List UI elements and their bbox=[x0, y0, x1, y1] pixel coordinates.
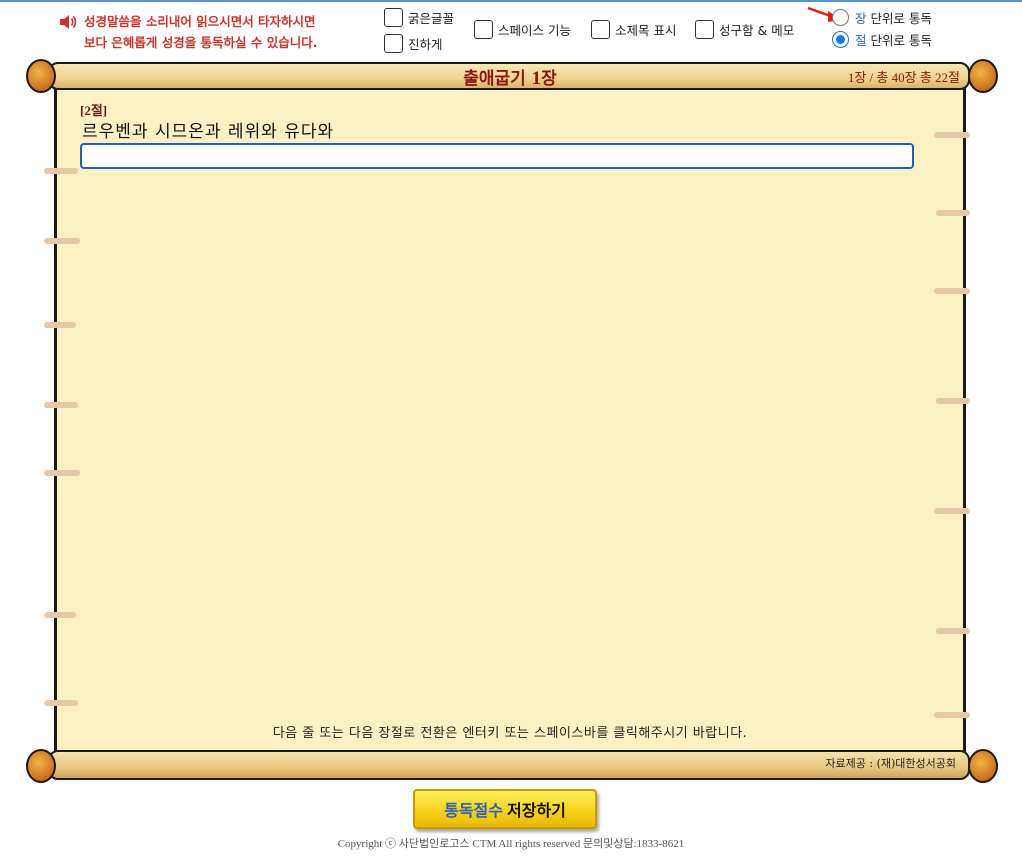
chapter-mode-radio[interactable]: 장 단위로 통독 bbox=[832, 8, 932, 27]
top-border-line bbox=[0, 0, 1022, 2]
paper-tear bbox=[936, 398, 970, 404]
page-title: 출애굽기 1장 bbox=[463, 68, 557, 89]
paper-tear bbox=[44, 238, 80, 244]
speaker-icon[interactable] bbox=[58, 13, 78, 31]
paper-tear bbox=[44, 402, 78, 408]
darker-option[interactable]: 진하게 bbox=[384, 34, 443, 53]
paper-tear bbox=[936, 210, 970, 216]
paper-tear bbox=[934, 508, 970, 514]
instruction-line-2: 보다 은혜롭게 성경을 통독하실 수 있습니다. bbox=[84, 35, 318, 50]
scroll-knob-top-left bbox=[26, 59, 56, 93]
scroll-knob-bottom-left bbox=[26, 749, 56, 783]
verse-memo-checkbox[interactable] bbox=[695, 20, 714, 39]
paper-tear bbox=[934, 712, 970, 718]
typing-input[interactable] bbox=[80, 143, 914, 169]
paper-tear bbox=[934, 288, 970, 294]
paper-tear bbox=[936, 628, 970, 634]
darker-checkbox[interactable] bbox=[384, 34, 403, 53]
paper-tear bbox=[44, 322, 76, 328]
verse-memo-label: 성구함 & 메모 bbox=[719, 23, 795, 38]
subtitle-display-checkbox[interactable] bbox=[591, 20, 610, 39]
verse-mode-radio-dot[interactable] bbox=[832, 31, 849, 48]
verse-memo-option[interactable]: 성구함 & 메모 bbox=[695, 20, 794, 39]
verse-mode-radio[interactable]: 절 단위로 통독 bbox=[832, 30, 932, 49]
paper-tear bbox=[934, 132, 970, 138]
navigation-hint: 다음 줄 또는 다음 장절로 전환은 엔터키 또는 스페이스바를 클릭해주시기 … bbox=[272, 726, 748, 741]
instruction-text: 성경말씀을 소리내어 읽으시면서 타자하시면 보다 은혜롭게 성경을 통독하실 … bbox=[84, 11, 354, 53]
paper-tear bbox=[44, 168, 78, 174]
bold-font-label: 굵은글꼴 bbox=[408, 11, 455, 26]
save-progress-button[interactable]: 통독절수 저장하기 bbox=[413, 789, 597, 829]
save-button-label-1: 통독절수 bbox=[444, 801, 503, 820]
chapter-mode-label: 장 단위로 통독 bbox=[855, 11, 932, 26]
instruction-line-1: 성경말씀을 소리내어 읽으시면서 타자하시면 bbox=[84, 14, 316, 29]
bold-font-checkbox[interactable] bbox=[384, 8, 403, 27]
paper-tear bbox=[44, 612, 76, 618]
scroll-knob-top-right bbox=[968, 59, 998, 93]
progress-counter: 1장 / 총 40장 총 22절 bbox=[847, 70, 960, 85]
subtitle-display-label: 소제목 표시 bbox=[615, 23, 677, 38]
space-feature-option[interactable]: 스페이스 기능 bbox=[474, 20, 571, 39]
paper-tear bbox=[44, 470, 80, 476]
darker-label: 진하게 bbox=[408, 37, 443, 52]
verse-mode-label: 절 단위로 통독 bbox=[855, 33, 932, 48]
scroll-paper bbox=[54, 88, 966, 752]
paper-tear bbox=[44, 700, 78, 706]
copyright-footer: Copyright ⓒ 사단법인로고스 CTM All rights reser… bbox=[337, 838, 685, 850]
save-button-label-2: 저장하기 bbox=[507, 801, 566, 820]
chapter-mode-radio-dot[interactable] bbox=[832, 9, 849, 26]
bold-font-option[interactable]: 굵은글꼴 bbox=[384, 8, 454, 27]
scroll-knob-bottom-right bbox=[968, 749, 998, 783]
space-feature-label: 스페이스 기능 bbox=[498, 23, 571, 38]
space-feature-checkbox[interactable] bbox=[474, 20, 493, 39]
subtitle-display-option[interactable]: 소제목 표시 bbox=[591, 20, 676, 39]
source-credit: 자료제공 : (재)대한성서공회 bbox=[825, 757, 956, 770]
verse-text: 르우벤과 시므온과 레위와 유다와 bbox=[82, 122, 335, 142]
